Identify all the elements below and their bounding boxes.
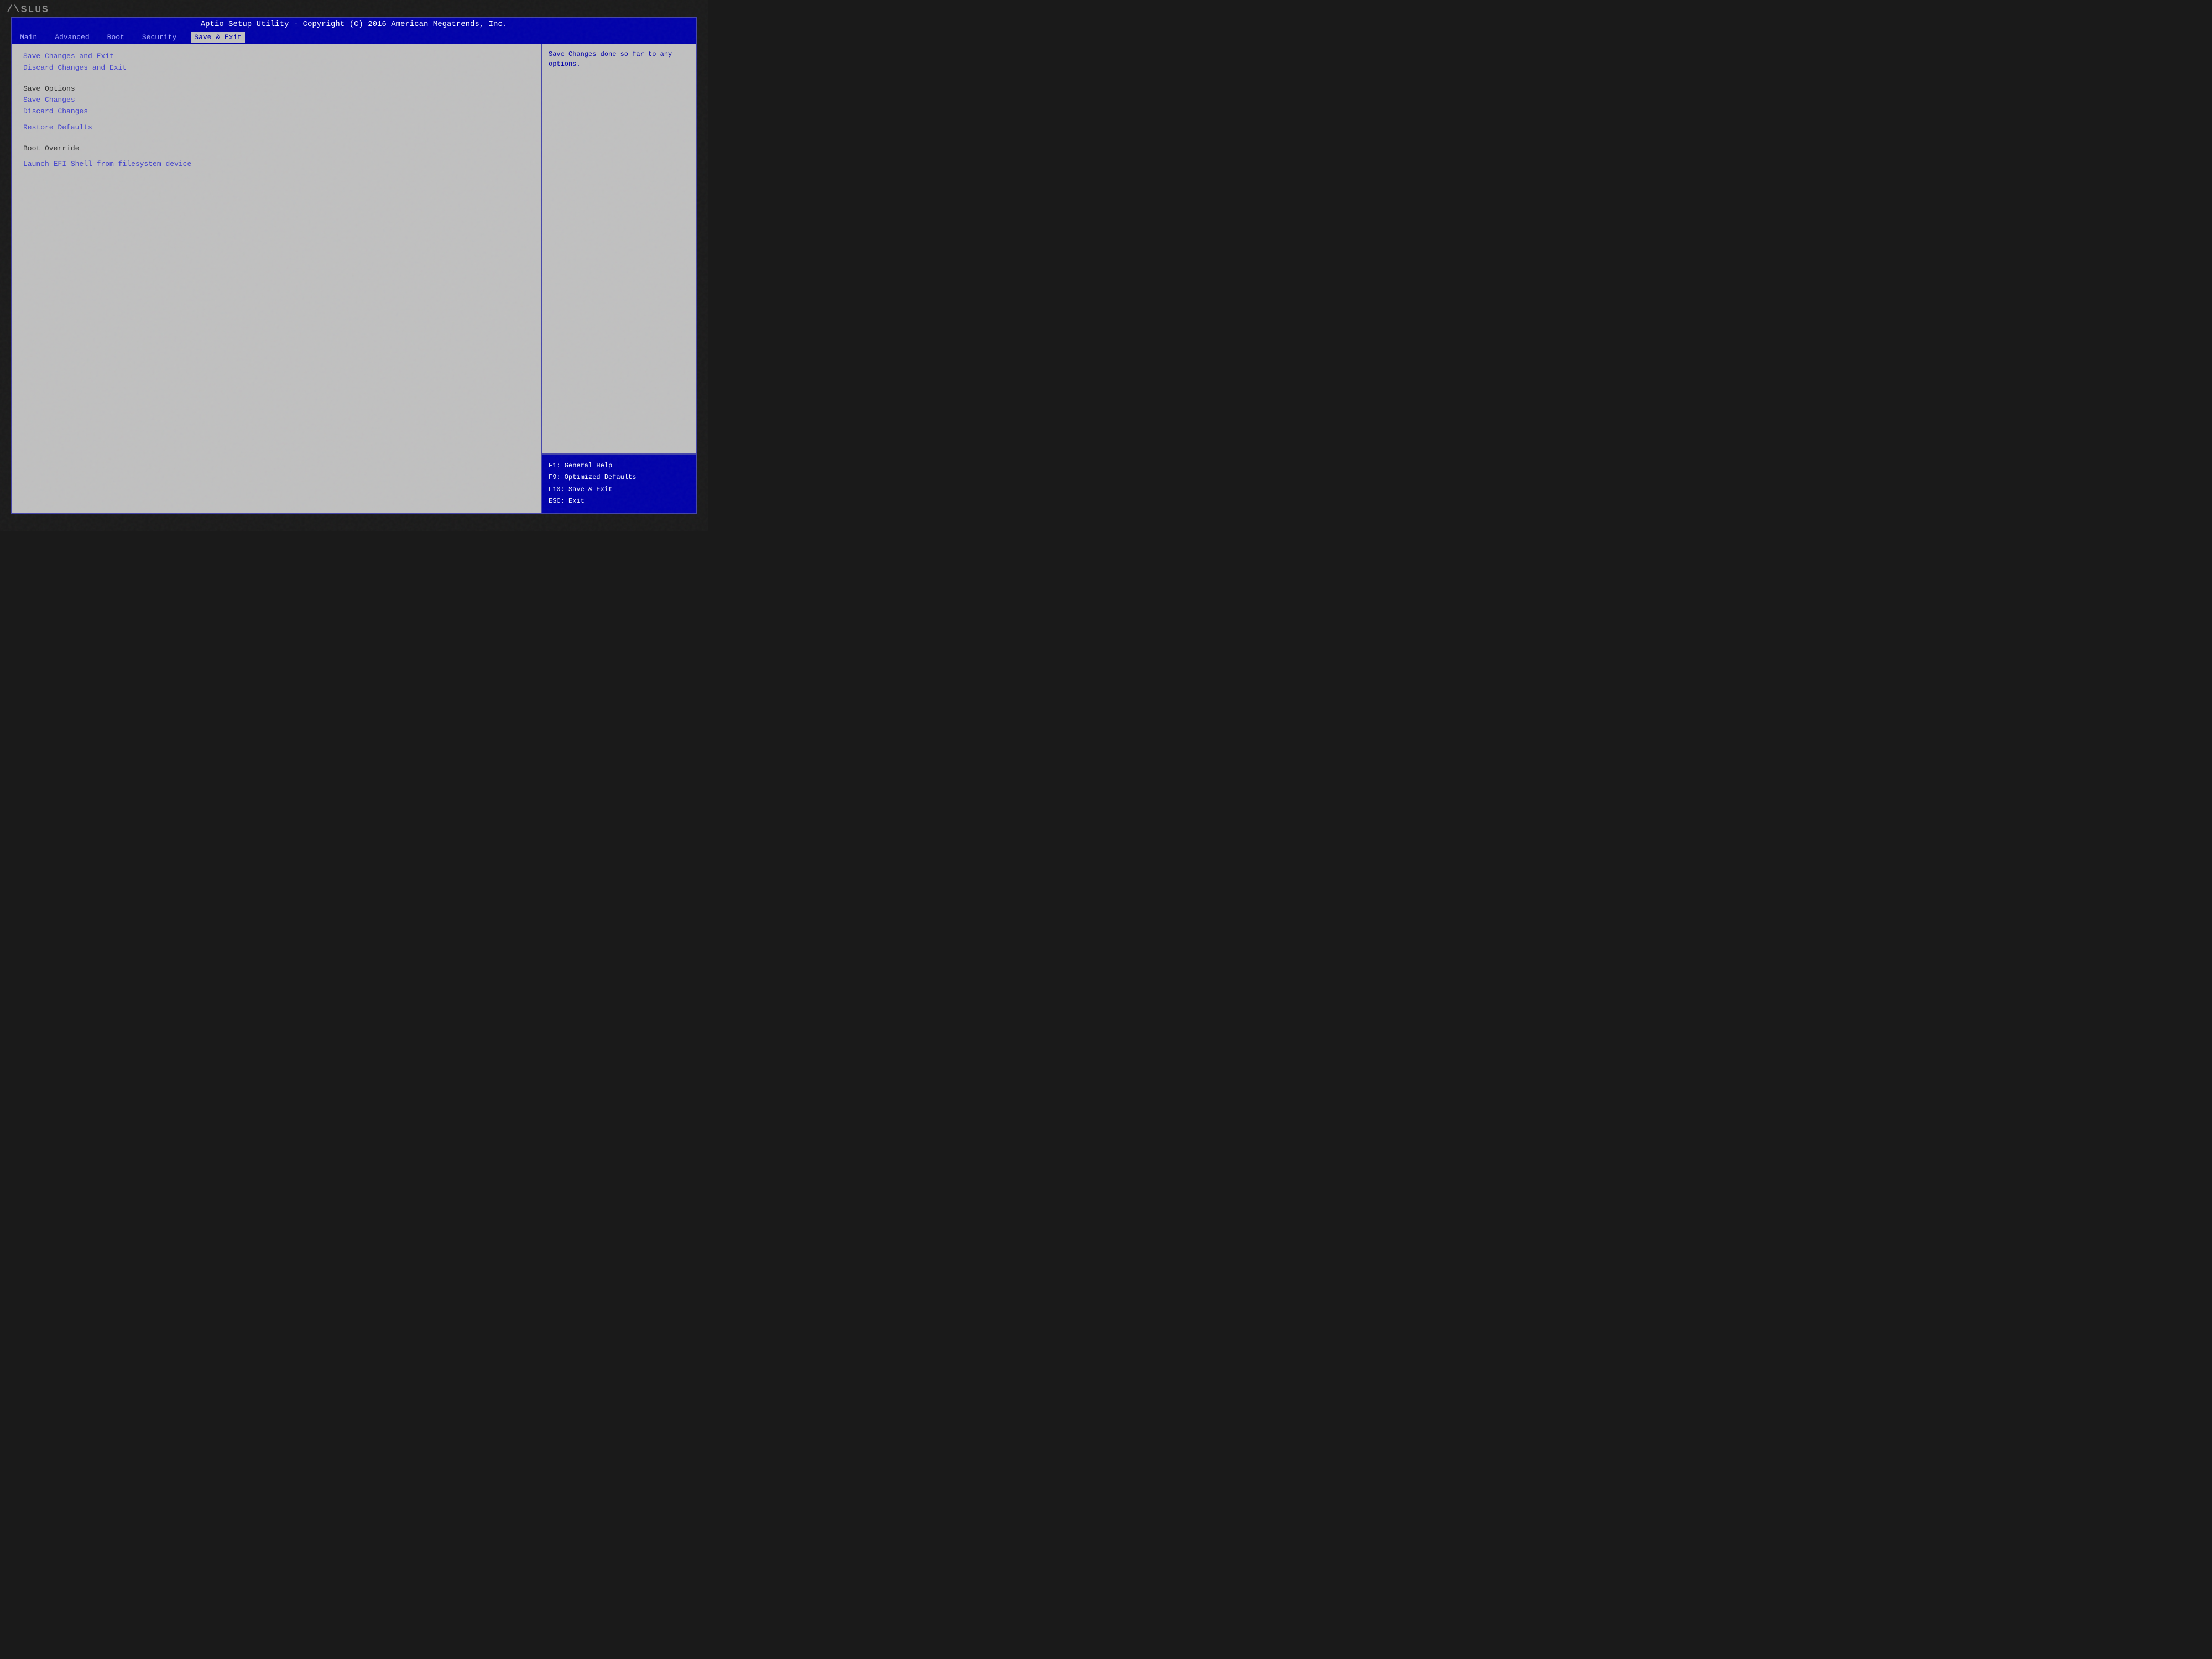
- help-text: Save Changes done so far to any options.: [549, 50, 672, 68]
- menu-item-security[interactable]: Security: [139, 32, 180, 43]
- shortcut-f10: F10: Save & Exit: [549, 484, 689, 496]
- title-bar-text: Aptio Setup Utility - Copyright (C) 2016…: [201, 20, 508, 29]
- menu-bar: Main Advanced Boot Security Save & Exit: [12, 31, 696, 44]
- option-launch-efi-shell[interactable]: Launch EFI Shell from filesystem device: [21, 158, 532, 170]
- label-boot-override: Boot Override: [21, 143, 532, 154]
- option-save-changes[interactable]: Save Changes: [21, 94, 532, 106]
- option-discard-changes-exit[interactable]: Discard Changes and Exit: [21, 62, 532, 74]
- label-save-options: Save Options: [21, 84, 532, 94]
- shortcut-esc: ESC: Exit: [549, 495, 689, 508]
- menu-item-main[interactable]: Main: [17, 32, 40, 43]
- option-discard-changes[interactable]: Discard Changes: [21, 106, 532, 117]
- title-bar: Aptio Setup Utility - Copyright (C) 2016…: [12, 18, 696, 31]
- option-save-changes-exit[interactable]: Save Changes and Exit: [21, 50, 532, 62]
- spacer-1: [21, 74, 532, 78]
- option-restore-defaults[interactable]: Restore Defaults: [21, 122, 532, 133]
- content-area: Save Changes and Exit Discard Changes an…: [12, 44, 696, 513]
- spacer-4: [21, 154, 532, 158]
- right-help-text: Save Changes done so far to any options.: [542, 44, 696, 453]
- left-panel: Save Changes and Exit Discard Changes an…: [12, 44, 541, 513]
- right-shortcuts: F1: General Help F9: Optimized Defaults …: [542, 453, 696, 513]
- shortcut-f1: F1: General Help: [549, 460, 689, 472]
- spacer-3: [21, 133, 532, 138]
- asus-logo: /\SLUS: [7, 4, 49, 15]
- right-panel: Save Changes done so far to any options.…: [541, 44, 696, 513]
- menu-item-boot[interactable]: Boot: [104, 32, 128, 43]
- menu-item-save-exit[interactable]: Save & Exit: [191, 32, 245, 43]
- shortcut-f9: F9: Optimized Defaults: [549, 472, 689, 484]
- menu-item-advanced[interactable]: Advanced: [51, 32, 92, 43]
- spacer-2: [21, 117, 532, 122]
- bios-container: Aptio Setup Utility - Copyright (C) 2016…: [11, 17, 697, 514]
- asus-logo-text: /\SLUS: [7, 4, 49, 15]
